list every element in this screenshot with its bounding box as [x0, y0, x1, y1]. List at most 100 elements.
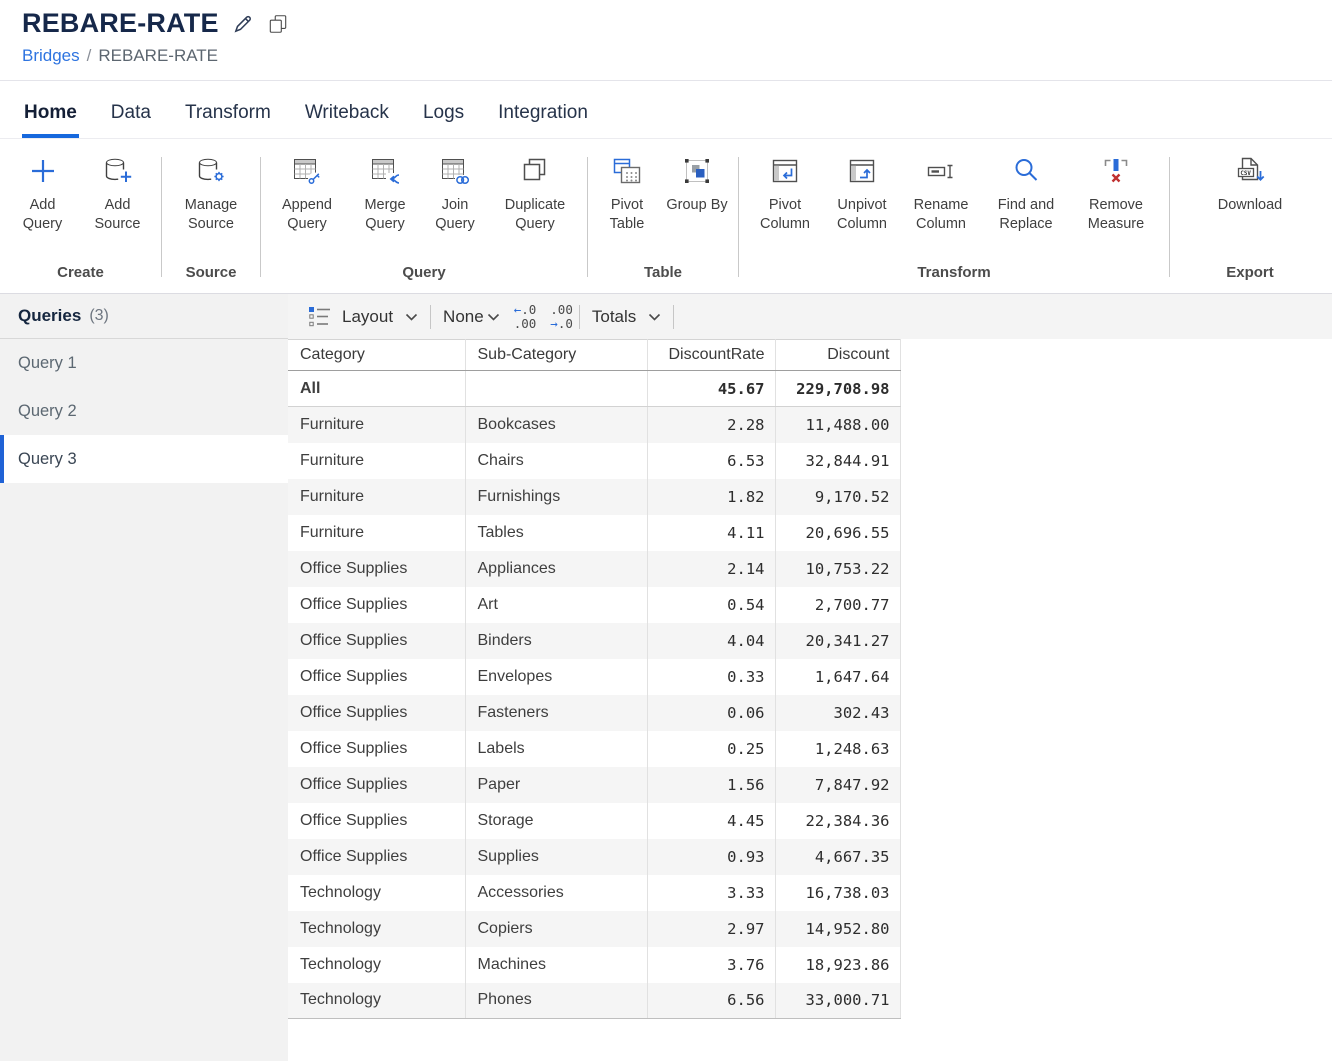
increase-decimal-button[interactable]: .00→.0 [550, 303, 573, 331]
ribbon-group-source-label: Source [186, 264, 237, 281]
table-row: TechnologyMachines3.7618,923.86 [288, 947, 900, 983]
cell-discount: 18,923.86 [775, 947, 900, 983]
cell-subcategory: Furnishings [465, 479, 647, 515]
ribbon-group-transform-label: Transform [917, 264, 990, 281]
append-query-icon [292, 151, 322, 191]
add-query-icon [29, 151, 57, 191]
remove-measure-icon [1101, 151, 1131, 191]
tab-integration[interactable]: Integration [496, 102, 590, 138]
cell-category: All [288, 371, 465, 407]
layout-icon [308, 306, 332, 328]
cell-discount: 4,667.35 [775, 839, 900, 875]
ribbon-group-query: Append Query Merge Query Join Query [261, 151, 587, 293]
tab-logs[interactable]: Logs [421, 102, 466, 138]
cell-discountrate: 1.82 [647, 479, 775, 515]
download-button[interactable]: CSV Download [1205, 151, 1295, 215]
svg-text:CSV: CSV [1240, 171, 1251, 177]
group-by-button[interactable]: Group By [666, 151, 728, 215]
sidebar-item-query-3[interactable]: Query 3 [0, 435, 288, 483]
cell-discountrate: 45.67 [647, 371, 775, 407]
rename-title-button[interactable] [232, 13, 254, 35]
table-row: Office SuppliesFasteners0.06302.43 [288, 695, 900, 731]
group-by-icon [682, 151, 712, 191]
ribbon-group-export-label: Export [1226, 264, 1274, 281]
cell-category: Furniture [288, 479, 465, 515]
pencil-icon [232, 13, 254, 35]
join-query-label: Join Query [427, 196, 483, 234]
table-row: TechnologyCopiers2.9714,952.80 [288, 911, 900, 947]
ribbon-group-transform: Pivot Column Unpivot Column Rename Colum… [739, 151, 1169, 293]
totals-dropdown[interactable]: Totals [592, 307, 661, 327]
breadcrumb-current: REBARE-RATE [98, 46, 218, 66]
cell-discountrate: 2.14 [647, 551, 775, 587]
ribbon-group-create: Add Query Add Source Create [0, 151, 161, 293]
join-query-button[interactable]: Join Query [427, 151, 483, 234]
cell-discountrate: 4.45 [647, 803, 775, 839]
cell-subcategory: Envelopes [465, 659, 647, 695]
add-source-button[interactable]: Add Source [85, 151, 151, 234]
sidebar-item-query-1[interactable]: Query 1 [0, 339, 288, 387]
cell-discountrate: 0.54 [647, 587, 775, 623]
column-header-discountrate[interactable]: DiscountRate [647, 340, 775, 371]
cell-subcategory: Tables [465, 515, 647, 551]
unpivot-column-button[interactable]: Unpivot Column [828, 151, 896, 234]
toolbar-divider [673, 305, 674, 329]
tab-bar: Home Data Transform Writeback Logs Integ… [0, 81, 1332, 139]
tab-home[interactable]: Home [22, 102, 79, 138]
table-row: FurnitureFurnishings1.829,170.52 [288, 479, 900, 515]
find-replace-button[interactable]: Find and Replace [986, 151, 1066, 234]
copy-title-button[interactable] [267, 13, 289, 35]
decrease-decimal-button[interactable]: ←.0.00 [514, 303, 537, 331]
cell-subcategory: Storage [465, 803, 647, 839]
queries-sidebar-header: Queries (3) [0, 294, 288, 339]
cell-discountrate: 2.28 [647, 407, 775, 443]
cell-subcategory: Accessories [465, 875, 647, 911]
cell-subcategory: Paper [465, 767, 647, 803]
merge-query-button[interactable]: Merge Query [353, 151, 417, 234]
cell-discount: 1,248.63 [775, 731, 900, 767]
column-header-discount[interactable]: Discount [775, 340, 900, 371]
cell-discountrate: 3.33 [647, 875, 775, 911]
ribbon-group-table: Pivot Table Group By Table [588, 151, 738, 293]
tab-data[interactable]: Data [109, 102, 153, 138]
rename-column-icon [926, 151, 956, 191]
cell-discountrate: 4.04 [647, 623, 775, 659]
duplicate-query-label: Duplicate Query [493, 196, 577, 234]
aggregation-dropdown[interactable]: None [443, 307, 500, 327]
find-replace-icon [1011, 151, 1041, 191]
cell-discount: 22,384.36 [775, 803, 900, 839]
cell-category: Office Supplies [288, 767, 465, 803]
tab-writeback[interactable]: Writeback [303, 102, 391, 138]
pivot-column-button[interactable]: Pivot Column [752, 151, 818, 234]
pivot-table-button[interactable]: Pivot Table [598, 151, 656, 234]
cell-category: Office Supplies [288, 731, 465, 767]
duplicate-query-button[interactable]: Duplicate Query [493, 151, 577, 234]
table-row: Office SuppliesArt0.542,700.77 [288, 587, 900, 623]
sidebar-item-query-2[interactable]: Query 2 [0, 387, 288, 435]
ribbon-group-query-label: Query [402, 264, 445, 281]
layout-dropdown[interactable]: Layout [308, 306, 418, 328]
cell-discount: 11,488.00 [775, 407, 900, 443]
append-query-button[interactable]: Append Query [271, 151, 343, 234]
breadcrumb-parent-link[interactable]: Bridges [22, 46, 80, 66]
add-query-button[interactable]: Add Query [11, 151, 75, 234]
column-header-subcategory[interactable]: Sub-Category [465, 340, 647, 371]
title-block: REBARE-RATE Bridges / REBARE-RATE [0, 0, 1332, 81]
table-row: FurnitureBookcases2.2811,488.00 [288, 407, 900, 443]
cell-category: Furniture [288, 407, 465, 443]
cell-subcategory: Labels [465, 731, 647, 767]
cell-category: Technology [288, 911, 465, 947]
totals-label: Totals [592, 307, 636, 327]
manage-source-button[interactable]: Manage Source [171, 151, 251, 234]
manage-source-label: Manage Source [171, 196, 251, 234]
page-title: REBARE-RATE [22, 8, 219, 39]
remove-measure-button[interactable]: Remove Measure [1076, 151, 1156, 234]
tab-transform[interactable]: Transform [183, 102, 273, 138]
column-header-category[interactable]: Category [288, 340, 465, 371]
cell-subcategory: Appliances [465, 551, 647, 587]
cell-subcategory: Binders [465, 623, 647, 659]
rename-column-button[interactable]: Rename Column [906, 151, 976, 234]
table-row: TechnologyPhones6.5633,000.71 [288, 983, 900, 1019]
cell-category: Technology [288, 983, 465, 1019]
manage-source-icon [195, 151, 227, 191]
